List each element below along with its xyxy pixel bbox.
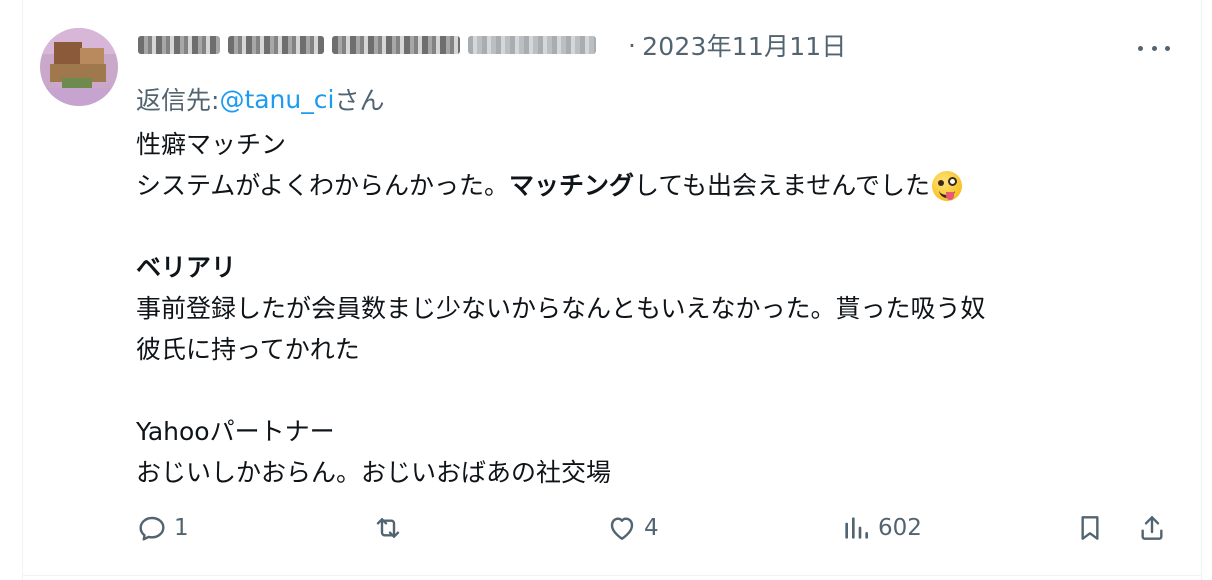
tweet-date[interactable]: · 2023年11月11日 (628, 30, 847, 62)
text-line-7: おじいしかおらん。おじいおばあの社交場 (136, 458, 612, 487)
reply-button[interactable]: 1 (136, 506, 189, 550)
text-line-5: 彼氏に持ってかれた (136, 335, 360, 364)
tweet-card[interactable]: · 2023年11月11日 返信先: @tanu_ci さん 性癖マッチン シス… (0, 0, 1212, 580)
analytics-icon (845, 517, 868, 539)
more-horizontal-icon[interactable] (1138, 36, 1170, 60)
separator-dot: · (628, 30, 637, 60)
tweet-text: 性癖マッチン システムがよくわからんかった。 マッチング しても出会えませんでした … (136, 124, 1176, 493)
text-line-2a: システムがよくわからんかった。 (136, 171, 510, 200)
author-name-blurred[interactable] (138, 30, 626, 60)
bookmark-button[interactable] (1074, 506, 1106, 550)
card-border-bottom (22, 575, 1202, 576)
tweet-date-text: 2023年11月11日 (642, 32, 847, 61)
reply-to-line: 返信先: @tanu_ci さん (136, 82, 384, 116)
like-count: 4 (644, 515, 659, 541)
like-button[interactable]: 4 (606, 506, 659, 550)
text-line-3: ベリアリ (136, 253, 237, 282)
views-count: 602 (878, 515, 922, 541)
card-border-left (22, 0, 23, 580)
text-line-6: Yahooパートナー (136, 417, 335, 446)
views-button[interactable]: 602 (840, 506, 922, 550)
text-line-2: システムがよくわからんかった。 マッチング しても出会えませんでした (136, 165, 1176, 206)
reply-suffix: さん (334, 86, 385, 115)
text-line-2c: しても出会えませんでした (634, 171, 931, 200)
avatar[interactable] (40, 28, 118, 106)
reply-prefix: 返信先: (136, 86, 220, 115)
retweet-button[interactable] (372, 506, 410, 550)
share-button[interactable] (1136, 506, 1168, 550)
action-bar: 1 4 602 (0, 506, 1212, 550)
retweet-icon (376, 518, 400, 538)
share-icon (1141, 516, 1163, 540)
reply-icon (139, 516, 165, 541)
text-line-2b-bold: マッチング (509, 171, 635, 200)
text-line-4: 事前登録したが会員数まじ少ないからなんともいえなかった。貰った吸う奴 (136, 294, 986, 323)
text-line-1: 性癖マッチン (136, 130, 287, 159)
reply-handle-link[interactable]: @tanu_ci (219, 85, 334, 114)
bookmark-icon (1081, 516, 1099, 540)
zany-face-emoji (932, 170, 963, 201)
heart-icon (610, 517, 634, 540)
reply-count: 1 (174, 515, 189, 541)
card-border-right (1201, 0, 1202, 580)
